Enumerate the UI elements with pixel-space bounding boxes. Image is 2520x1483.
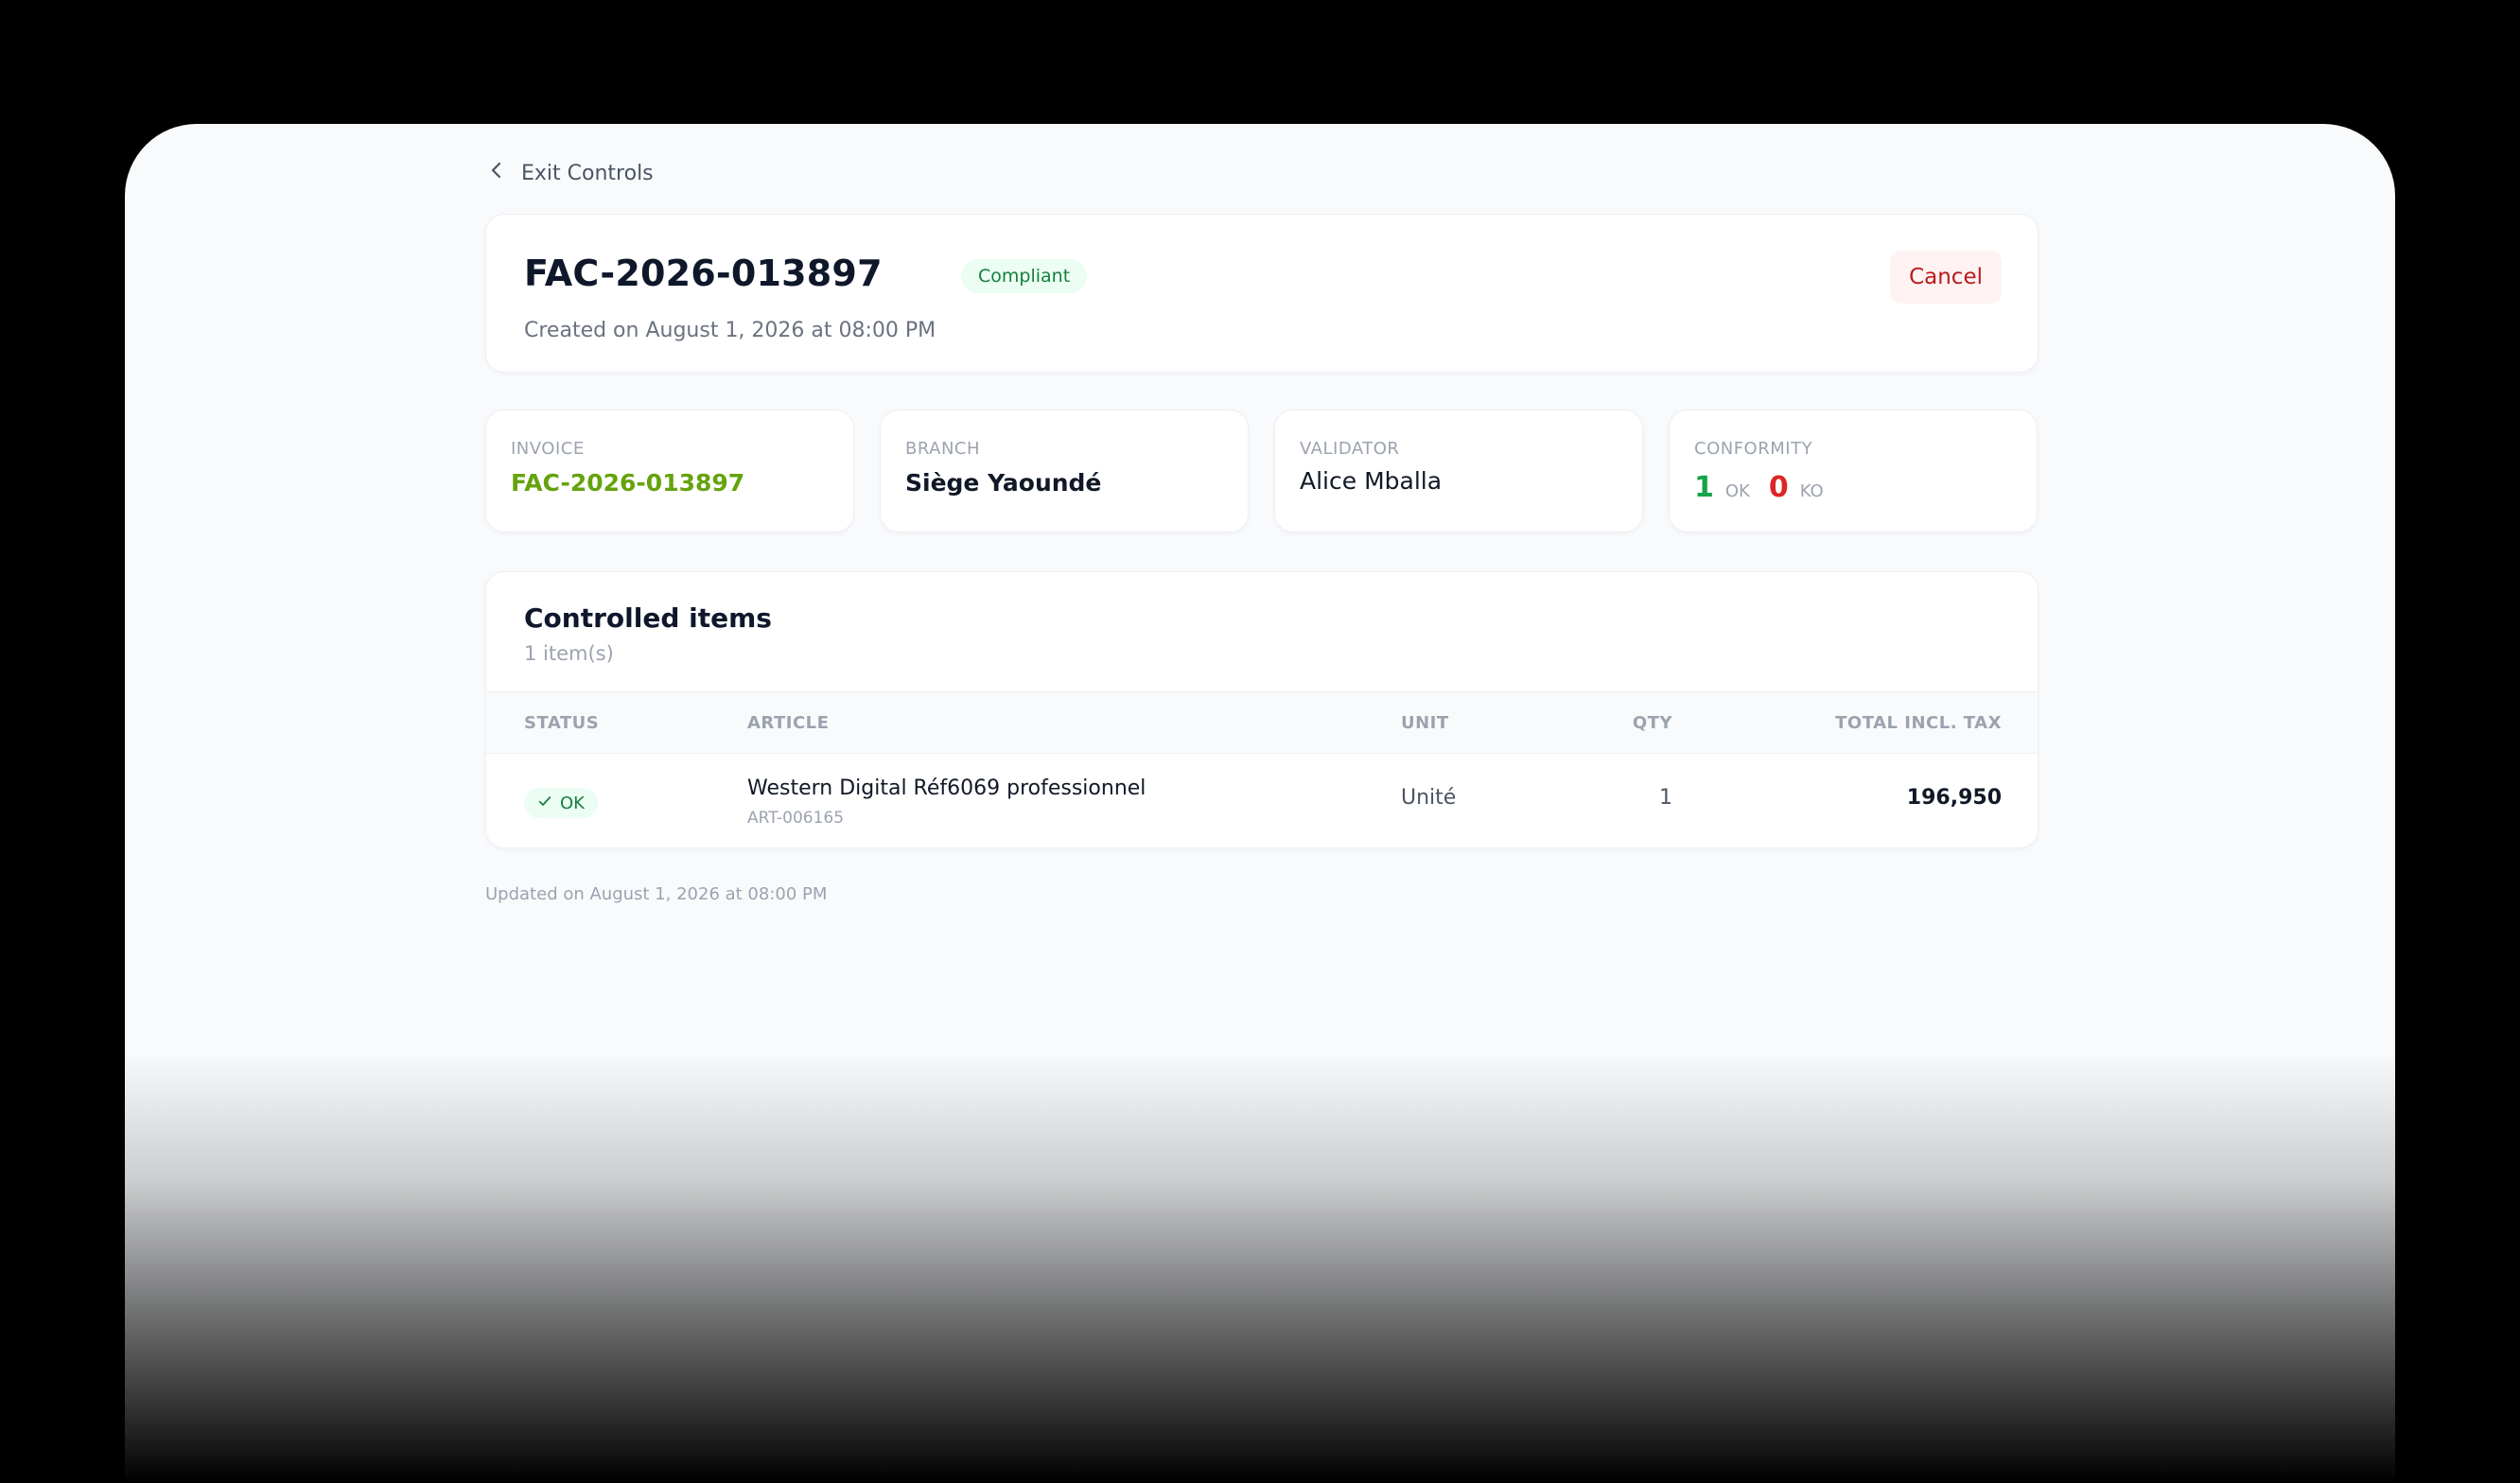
invoice-link[interactable]: FAC-2026-013897 — [511, 469, 744, 497]
status-badge: Compliant — [961, 259, 1088, 293]
conformity-stat-card: CONFORMITY 1 OK 0 KO — [1669, 410, 2038, 532]
table-row[interactable]: OK Western Digital Réf6069 professionnel… — [486, 754, 2038, 847]
updated-date: Updated on August 1, 2026 at 08:00 PM — [485, 884, 828, 904]
items-count: 1 item(s) — [524, 642, 614, 665]
branch-stat-card: BRANCH Siège Yaoundé — [880, 410, 1249, 532]
check-icon — [537, 794, 552, 813]
branch-stat-label: BRANCH — [905, 439, 981, 459]
bottom-fade-overlay — [125, 1051, 2395, 1483]
page-title: FAC-2026-013897 — [524, 253, 883, 294]
total-cell: 196,950 — [1906, 786, 2002, 810]
article-name: Western Digital Réf6069 professionnel — [747, 776, 1146, 800]
ko-count: 0 — [1768, 471, 1789, 504]
qty-cell: 1 — [1659, 786, 1672, 810]
column-header-article: ARTICLE — [747, 713, 830, 733]
column-header-status: STATUS — [524, 713, 600, 733]
ko-label: KO — [1799, 481, 1824, 501]
table-header: STATUS ARTICLE UNIT QTY TOTAL INCL. TAX — [486, 691, 2038, 754]
invoice-stat-label: INVOICE — [511, 439, 585, 459]
invoice-header-card: FAC-2026-013897 Compliant Created on Aug… — [485, 214, 2039, 373]
validator-stat-label: VALIDATOR — [1300, 439, 1400, 459]
status-ok-badge: OK — [524, 788, 598, 818]
column-header-qty: QTY — [1632, 713, 1672, 733]
ok-count: 1 — [1694, 471, 1714, 504]
cancel-button[interactable]: Cancel — [1890, 251, 2002, 304]
chevron-left-icon — [485, 159, 508, 187]
exit-controls-link[interactable]: Exit Controls — [485, 156, 654, 190]
branch-value: Siège Yaoundé — [905, 469, 1102, 497]
status-ok-label: OK — [560, 793, 585, 813]
ok-label: OK — [1724, 481, 1750, 501]
section-title: Controlled items — [524, 602, 772, 634]
app-window: Exit Controls FAC-2026-013897 Compliant … — [125, 124, 2395, 1483]
validator-value: Alice Mballa — [1300, 467, 1443, 495]
unit-cell: Unité — [1401, 786, 1457, 810]
conformity-stat-label: CONFORMITY — [1694, 439, 1813, 459]
invoice-stat-card: INVOICE FAC-2026-013897 — [485, 410, 854, 532]
validator-stat-card: VALIDATOR Alice Mballa — [1274, 410, 1643, 532]
conformity-summary: 1 OK 0 KO — [1694, 471, 1824, 504]
controlled-items-card: Controlled items 1 item(s) STATUS ARTICL… — [485, 571, 2039, 848]
created-date: Created on August 1, 2026 at 08:00 PM — [524, 319, 936, 342]
article-code: ART-006165 — [747, 809, 845, 828]
column-header-total: TOTAL INCL. TAX — [1835, 713, 2002, 733]
exit-controls-label: Exit Controls — [521, 161, 654, 185]
column-header-unit: UNIT — [1401, 713, 1449, 733]
